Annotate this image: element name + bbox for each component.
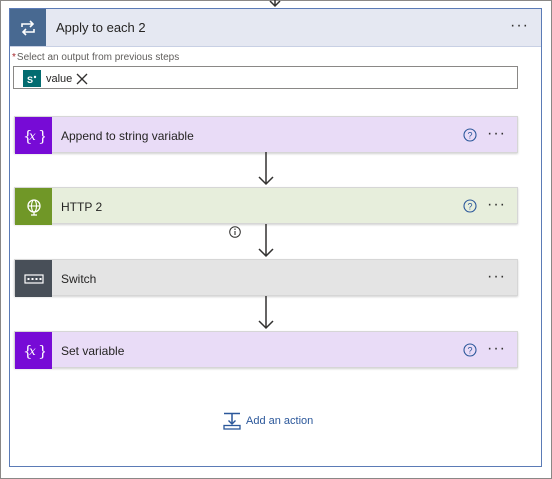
variable-icon: { x } [15,117,52,154]
connector-arrow-icon [258,224,274,258]
svg-text:?: ? [467,346,472,356]
svg-text:?: ? [467,131,472,141]
required-marker: * [12,52,16,63]
action-more-button[interactable]: ··· [487,197,506,213]
sharepoint-icon: S [23,70,41,87]
variable-icon: { x } [15,332,52,369]
loop-icon [10,9,46,46]
action-switch[interactable]: Switch ··· [14,259,518,297]
globe-icon [15,188,52,225]
add-action-button[interactable]: Add an action [223,411,313,431]
action-title: Set variable [61,344,125,358]
action-more-button[interactable]: ··· [487,341,506,357]
output-field-label: *Select an output from previous steps [12,52,179,63]
help-icon[interactable]: ? [463,199,477,213]
svg-text:}: } [38,342,45,360]
add-action-label: Add an action [246,415,314,427]
connector-arrow-icon [258,296,274,330]
svg-text:x: x [29,129,36,143]
svg-text:S: S [27,75,33,85]
connector-arrow-icon [258,152,274,186]
value-token[interactable]: S value [23,70,88,87]
output-input-field[interactable]: S value [13,66,518,89]
info-icon[interactable] [229,226,241,238]
incoming-arrow-icon [269,0,281,8]
action-title: Switch [61,272,97,286]
switch-icon [15,260,52,297]
help-icon[interactable]: ? [463,343,477,357]
action-http-2[interactable]: HTTP 2 ? ··· [14,187,518,225]
apply-to-each-header[interactable]: Apply to each 2 ··· [10,9,541,47]
action-title: Append to string variable [61,129,194,143]
remove-token-icon[interactable] [76,73,88,85]
apply-to-each-title[interactable]: Apply to each 2 [56,20,146,35]
action-set-variable[interactable]: { x } Set variable ? ··· [14,331,518,369]
svg-text:}: } [38,127,45,145]
action-append-to-string-variable[interactable]: { x } Append to string variable ? ··· [14,116,518,154]
action-more-button[interactable]: ··· [487,269,506,285]
add-action-icon [223,412,241,430]
svg-text:?: ? [467,202,472,212]
action-title: HTTP 2 [61,200,103,214]
action-more-button[interactable]: ··· [487,126,506,142]
output-field-label-text: Select an output from previous steps [16,52,180,63]
svg-text:x: x [29,344,36,358]
token-label: value [46,72,73,85]
container-more-button[interactable]: ··· [510,18,529,34]
help-icon[interactable]: ? [463,128,477,142]
